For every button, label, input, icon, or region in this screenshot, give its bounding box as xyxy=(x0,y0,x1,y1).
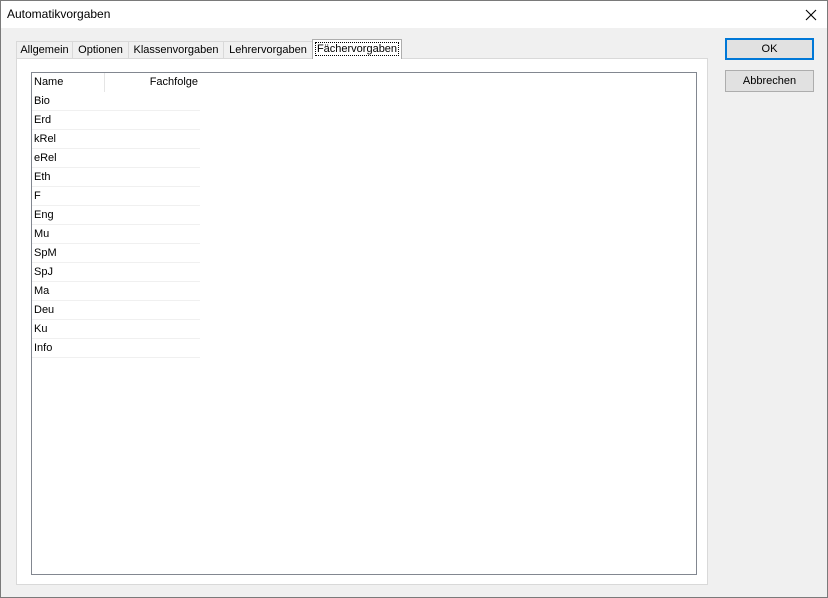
cell-name: Ku xyxy=(34,323,48,335)
cell-fachfolge[interactable] xyxy=(106,149,198,168)
list-item[interactable]: Info xyxy=(32,339,200,358)
list-item[interactable]: SpM xyxy=(32,244,200,263)
close-icon xyxy=(805,9,817,20)
list-header: Name Fachfolge xyxy=(32,73,232,92)
window-title: Automatikvorgaben xyxy=(7,7,111,21)
ok-button[interactable]: OK xyxy=(725,38,814,60)
tab-label: Lehrervorgaben xyxy=(229,44,307,56)
cell-name: Bio xyxy=(34,95,50,107)
cell-name: kRel xyxy=(34,133,57,145)
close-button[interactable] xyxy=(795,1,827,28)
list-item[interactable]: Ku xyxy=(32,320,200,339)
tab-faechervorgaben[interactable]: Fächervorgaben xyxy=(312,39,402,59)
list-item[interactable]: Eth xyxy=(32,168,200,187)
list-item[interactable]: Mu xyxy=(32,225,200,244)
tab-label: Optionen xyxy=(78,44,123,56)
column-header-name[interactable]: Name xyxy=(34,73,104,92)
cell-fachfolge[interactable] xyxy=(106,244,198,263)
cell-fachfolge[interactable] xyxy=(106,320,198,339)
cell-fachfolge[interactable] xyxy=(106,168,198,187)
cell-fachfolge[interactable] xyxy=(106,263,198,282)
cell-fachfolge[interactable] xyxy=(106,187,198,206)
tab-optionen[interactable]: Optionen xyxy=(72,41,129,58)
cell-name: Ma xyxy=(34,285,50,297)
cell-name: F xyxy=(34,190,41,202)
tab-label: Allgemein xyxy=(20,44,69,56)
tab-klassenvorgaben[interactable]: Klassenvorgaben xyxy=(128,41,224,58)
column-header-fachfolge[interactable]: Fachfolge xyxy=(106,73,198,92)
cell-name: Eng xyxy=(34,209,54,221)
list-item[interactable]: Erd xyxy=(32,111,200,130)
cell-name: SpJ xyxy=(34,266,53,278)
cell-fachfolge[interactable] xyxy=(106,225,198,244)
tab-label: Fächervorgaben xyxy=(314,42,400,56)
cell-name: Mu xyxy=(34,228,50,240)
cell-fachfolge[interactable] xyxy=(106,339,198,358)
cell-name: SpM xyxy=(34,247,57,259)
list-item[interactable]: Deu xyxy=(32,301,200,320)
tab-panel: Name Fachfolge Bio Erd kRel eRel Eth F Eng Mu Sp… xyxy=(16,58,708,585)
cell-fachfolge[interactable] xyxy=(106,301,198,320)
cell-name: Erd xyxy=(34,114,52,126)
cell-fachfolge[interactable] xyxy=(106,206,198,225)
cell-fachfolge[interactable] xyxy=(106,92,198,111)
list-item[interactable]: F xyxy=(32,187,200,206)
list-item[interactable]: kRel xyxy=(32,130,200,149)
column-divider[interactable] xyxy=(104,73,105,92)
cell-name: Info xyxy=(34,342,53,354)
list-item[interactable]: SpJ xyxy=(32,263,200,282)
tab-lehrervorgaben[interactable]: Lehrervorgaben xyxy=(223,41,313,58)
cell-name: Eth xyxy=(34,171,51,183)
cancel-button[interactable]: Abbrechen xyxy=(725,70,814,92)
cell-name: eRel xyxy=(34,152,57,164)
cell-name: Deu xyxy=(34,304,55,316)
cell-fachfolge[interactable] xyxy=(106,282,198,301)
list-item[interactable]: Eng xyxy=(32,206,200,225)
cell-fachfolge[interactable] xyxy=(106,130,198,149)
dialog-window: Automatikvorgaben Allgemein Optionen Kla… xyxy=(0,0,828,598)
list-item[interactable]: eRel xyxy=(32,149,200,168)
tab-label: Klassenvorgaben xyxy=(133,44,219,56)
tab-allgemein[interactable]: Allgemein xyxy=(16,41,73,58)
title-bar[interactable]: Automatikvorgaben xyxy=(1,1,827,28)
cell-fachfolge[interactable] xyxy=(106,111,198,130)
subjects-list[interactable]: Name Fachfolge Bio Erd kRel eRel Eth F Eng Mu Sp… xyxy=(31,72,697,575)
list-item[interactable]: Bio xyxy=(32,92,200,111)
list-item[interactable]: Ma xyxy=(32,282,200,301)
